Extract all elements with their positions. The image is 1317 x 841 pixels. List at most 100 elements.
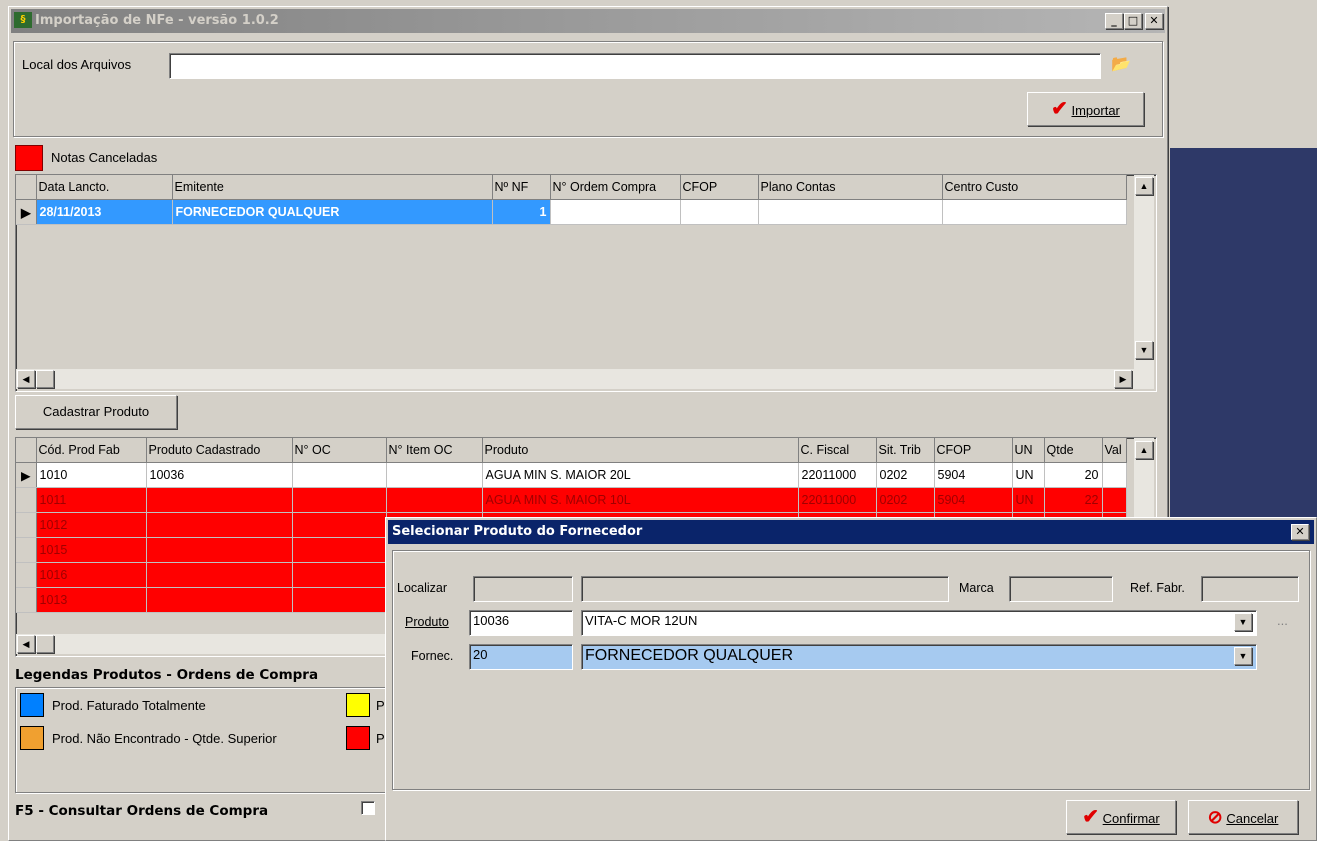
cell-item[interactable]: [386, 462, 483, 488]
cell-cod[interactable]: 1015: [36, 537, 147, 563]
scroll-up-icon[interactable]: ▲: [1135, 177, 1153, 195]
cell-qtde[interactable]: 22: [1044, 487, 1103, 513]
minimize-button[interactable]: _: [1105, 13, 1123, 29]
cell-trib[interactable]: 0202: [876, 487, 935, 513]
marca-input[interactable]: [1009, 576, 1113, 602]
notes-table: Data Lancto. Emitente Nº NF N° Ordem Com…: [16, 175, 1127, 225]
import-button[interactable]: ✔ Importar: [1027, 92, 1144, 126]
cell-plano[interactable]: [758, 199, 943, 225]
desktop-window-dark: [1170, 148, 1317, 518]
cell-oc[interactable]: [292, 462, 387, 488]
col-ordem-compra[interactable]: N° Ordem Compra: [550, 175, 681, 200]
cell-cad[interactable]: [146, 487, 293, 513]
col-cfop[interactable]: CFOP: [934, 438, 1013, 463]
col-plano-contas[interactable]: Plano Contas: [758, 175, 943, 200]
cell-item[interactable]: [386, 487, 483, 513]
scroll-left-icon[interactable]: ◀: [17, 370, 35, 388]
cell-cfop[interactable]: [680, 199, 759, 225]
legend-color-red: [346, 726, 370, 750]
folder-open-icon[interactable]: 📂: [1111, 54, 1131, 74]
row-indicator-icon: ▶: [16, 199, 37, 225]
chevron-down-icon[interactable]: ▼: [1234, 647, 1252, 665]
cell-prod[interactable]: AGUA MIN S. MAIOR 20L: [482, 462, 799, 488]
legend-title: Legendas Produtos - Ordens de Compra: [15, 667, 319, 683]
fornec-select-value: FORNECEDOR QUALQUER: [585, 647, 794, 664]
ref-fabr-input[interactable]: [1201, 576, 1299, 602]
col-nf[interactable]: Nº NF: [492, 175, 551, 200]
confirm-button[interactable]: ✔ Confirmar: [1066, 800, 1176, 834]
cell-cod[interactable]: 1013: [36, 587, 147, 613]
cell-data[interactable]: 28/11/2013: [36, 199, 173, 225]
marca-label: Marca: [959, 581, 994, 595]
col-n-item-oc[interactable]: N° Item OC: [386, 438, 483, 463]
dialog-fields-panel: Localizar Marca Ref. Fabr. Produto 10036…: [392, 550, 1310, 790]
f5-checkbox[interactable]: [361, 801, 375, 815]
col-cod-prod-fab[interactable]: Cód. Prod Fab: [36, 438, 147, 463]
hscroll-thumb[interactable]: [36, 370, 54, 388]
cell-cfop[interactable]: 5904: [934, 462, 1013, 488]
col-val[interactable]: Val: [1102, 438, 1127, 463]
cell-cfop[interactable]: 5904: [934, 487, 1013, 513]
ref-fabr-label: Ref. Fabr.: [1130, 581, 1185, 595]
chevron-down-icon[interactable]: ▼: [1234, 613, 1252, 631]
dialog-close-button[interactable]: ✕: [1291, 524, 1309, 540]
cell-val[interactable]: [1102, 462, 1127, 488]
cell-cod[interactable]: 1010: [36, 462, 147, 488]
fornec-code-input[interactable]: 20: [469, 644, 573, 670]
cell-oc[interactable]: [550, 199, 681, 225]
local-path-input[interactable]: [169, 53, 1101, 79]
col-c-fiscal[interactable]: C. Fiscal: [798, 438, 877, 463]
scroll-right-icon[interactable]: ▶: [1114, 370, 1132, 388]
row-indicator-icon: ▶: [16, 462, 37, 488]
hscroll-thumb[interactable]: [36, 635, 54, 653]
cell-cod[interactable]: 1012: [36, 512, 147, 538]
col-produto[interactable]: Produto: [482, 438, 799, 463]
cancel-button[interactable]: ⊘ Cancelar: [1188, 800, 1298, 834]
cell-emitente[interactable]: FORNECEDOR QUALQUER: [172, 199, 493, 225]
cell-prod[interactable]: AGUA MIN S. MAIOR 10L: [482, 487, 799, 513]
col-un[interactable]: UN: [1012, 438, 1045, 463]
cell-val[interactable]: [1102, 487, 1127, 513]
cell-fiscal[interactable]: 22011000: [798, 462, 877, 488]
localizar-text-input[interactable]: [581, 576, 949, 602]
notes-vscrollbar[interactable]: ▲ ▼: [1134, 175, 1154, 369]
col-data-lancto[interactable]: Data Lancto.: [36, 175, 173, 200]
register-product-button[interactable]: Cadastrar Produto: [15, 395, 177, 429]
localizar-code-input[interactable]: [473, 576, 573, 602]
cancel-label: Cancelar: [1226, 811, 1279, 826]
col-centro-custo[interactable]: Centro Custo: [942, 175, 1127, 200]
table-row[interactable]: 1011 AGUA MIN S. MAIOR 10L 22011000 0202…: [16, 487, 1127, 513]
cell-cod[interactable]: 1011: [36, 487, 147, 513]
table-row[interactable]: ▶ 28/11/2013 FORNECEDOR QUALQUER 1: [16, 199, 1127, 225]
scroll-down-icon[interactable]: ▼: [1135, 341, 1153, 359]
cell-centro[interactable]: [942, 199, 1127, 225]
fornec-select[interactable]: FORNECEDOR QUALQUER ▼: [581, 644, 1257, 670]
col-produto-cadastrado[interactable]: Produto Cadastrado: [146, 438, 293, 463]
scroll-up-icon[interactable]: ▲: [1135, 441, 1153, 459]
notes-hscrollbar[interactable]: ◀ ▶: [16, 369, 1154, 389]
main-title: Importação de NFe - versão 1.0.2: [35, 13, 279, 28]
produto-ellipsis-button[interactable]: ...: [1277, 613, 1288, 628]
cell-trib[interactable]: 0202: [876, 462, 935, 488]
cancelled-legend-label: Notas Canceladas: [51, 150, 158, 165]
produto-select[interactable]: VITA-C MOR 12UN ▼: [581, 610, 1257, 636]
cell-un[interactable]: UN: [1012, 462, 1045, 488]
cell-oc[interactable]: [292, 487, 387, 513]
col-cfop[interactable]: CFOP: [680, 175, 759, 200]
cell-un[interactable]: UN: [1012, 487, 1045, 513]
cell-nf[interactable]: 1: [492, 199, 551, 225]
close-button[interactable]: ✕: [1145, 13, 1163, 29]
cell-cad[interactable]: 10036: [146, 462, 293, 488]
col-emitente[interactable]: Emitente: [172, 175, 493, 200]
cell-qtde[interactable]: 20: [1044, 462, 1103, 488]
col-qtde[interactable]: Qtde: [1044, 438, 1103, 463]
col-sit-trib[interactable]: Sit. Trib: [876, 438, 935, 463]
main-title-bar: § Importação de NFe - versão 1.0.2 _ □ ✕: [11, 9, 1165, 33]
maximize-button[interactable]: □: [1124, 13, 1142, 29]
cell-cod[interactable]: 1016: [36, 562, 147, 588]
col-n-oc[interactable]: N° OC: [292, 438, 387, 463]
scroll-left-icon[interactable]: ◀: [17, 635, 35, 653]
cell-fiscal[interactable]: 22011000: [798, 487, 877, 513]
table-row[interactable]: ▶ 1010 10036 AGUA MIN S. MAIOR 20L 22011…: [16, 462, 1127, 488]
produto-code-input[interactable]: 10036: [469, 610, 573, 636]
